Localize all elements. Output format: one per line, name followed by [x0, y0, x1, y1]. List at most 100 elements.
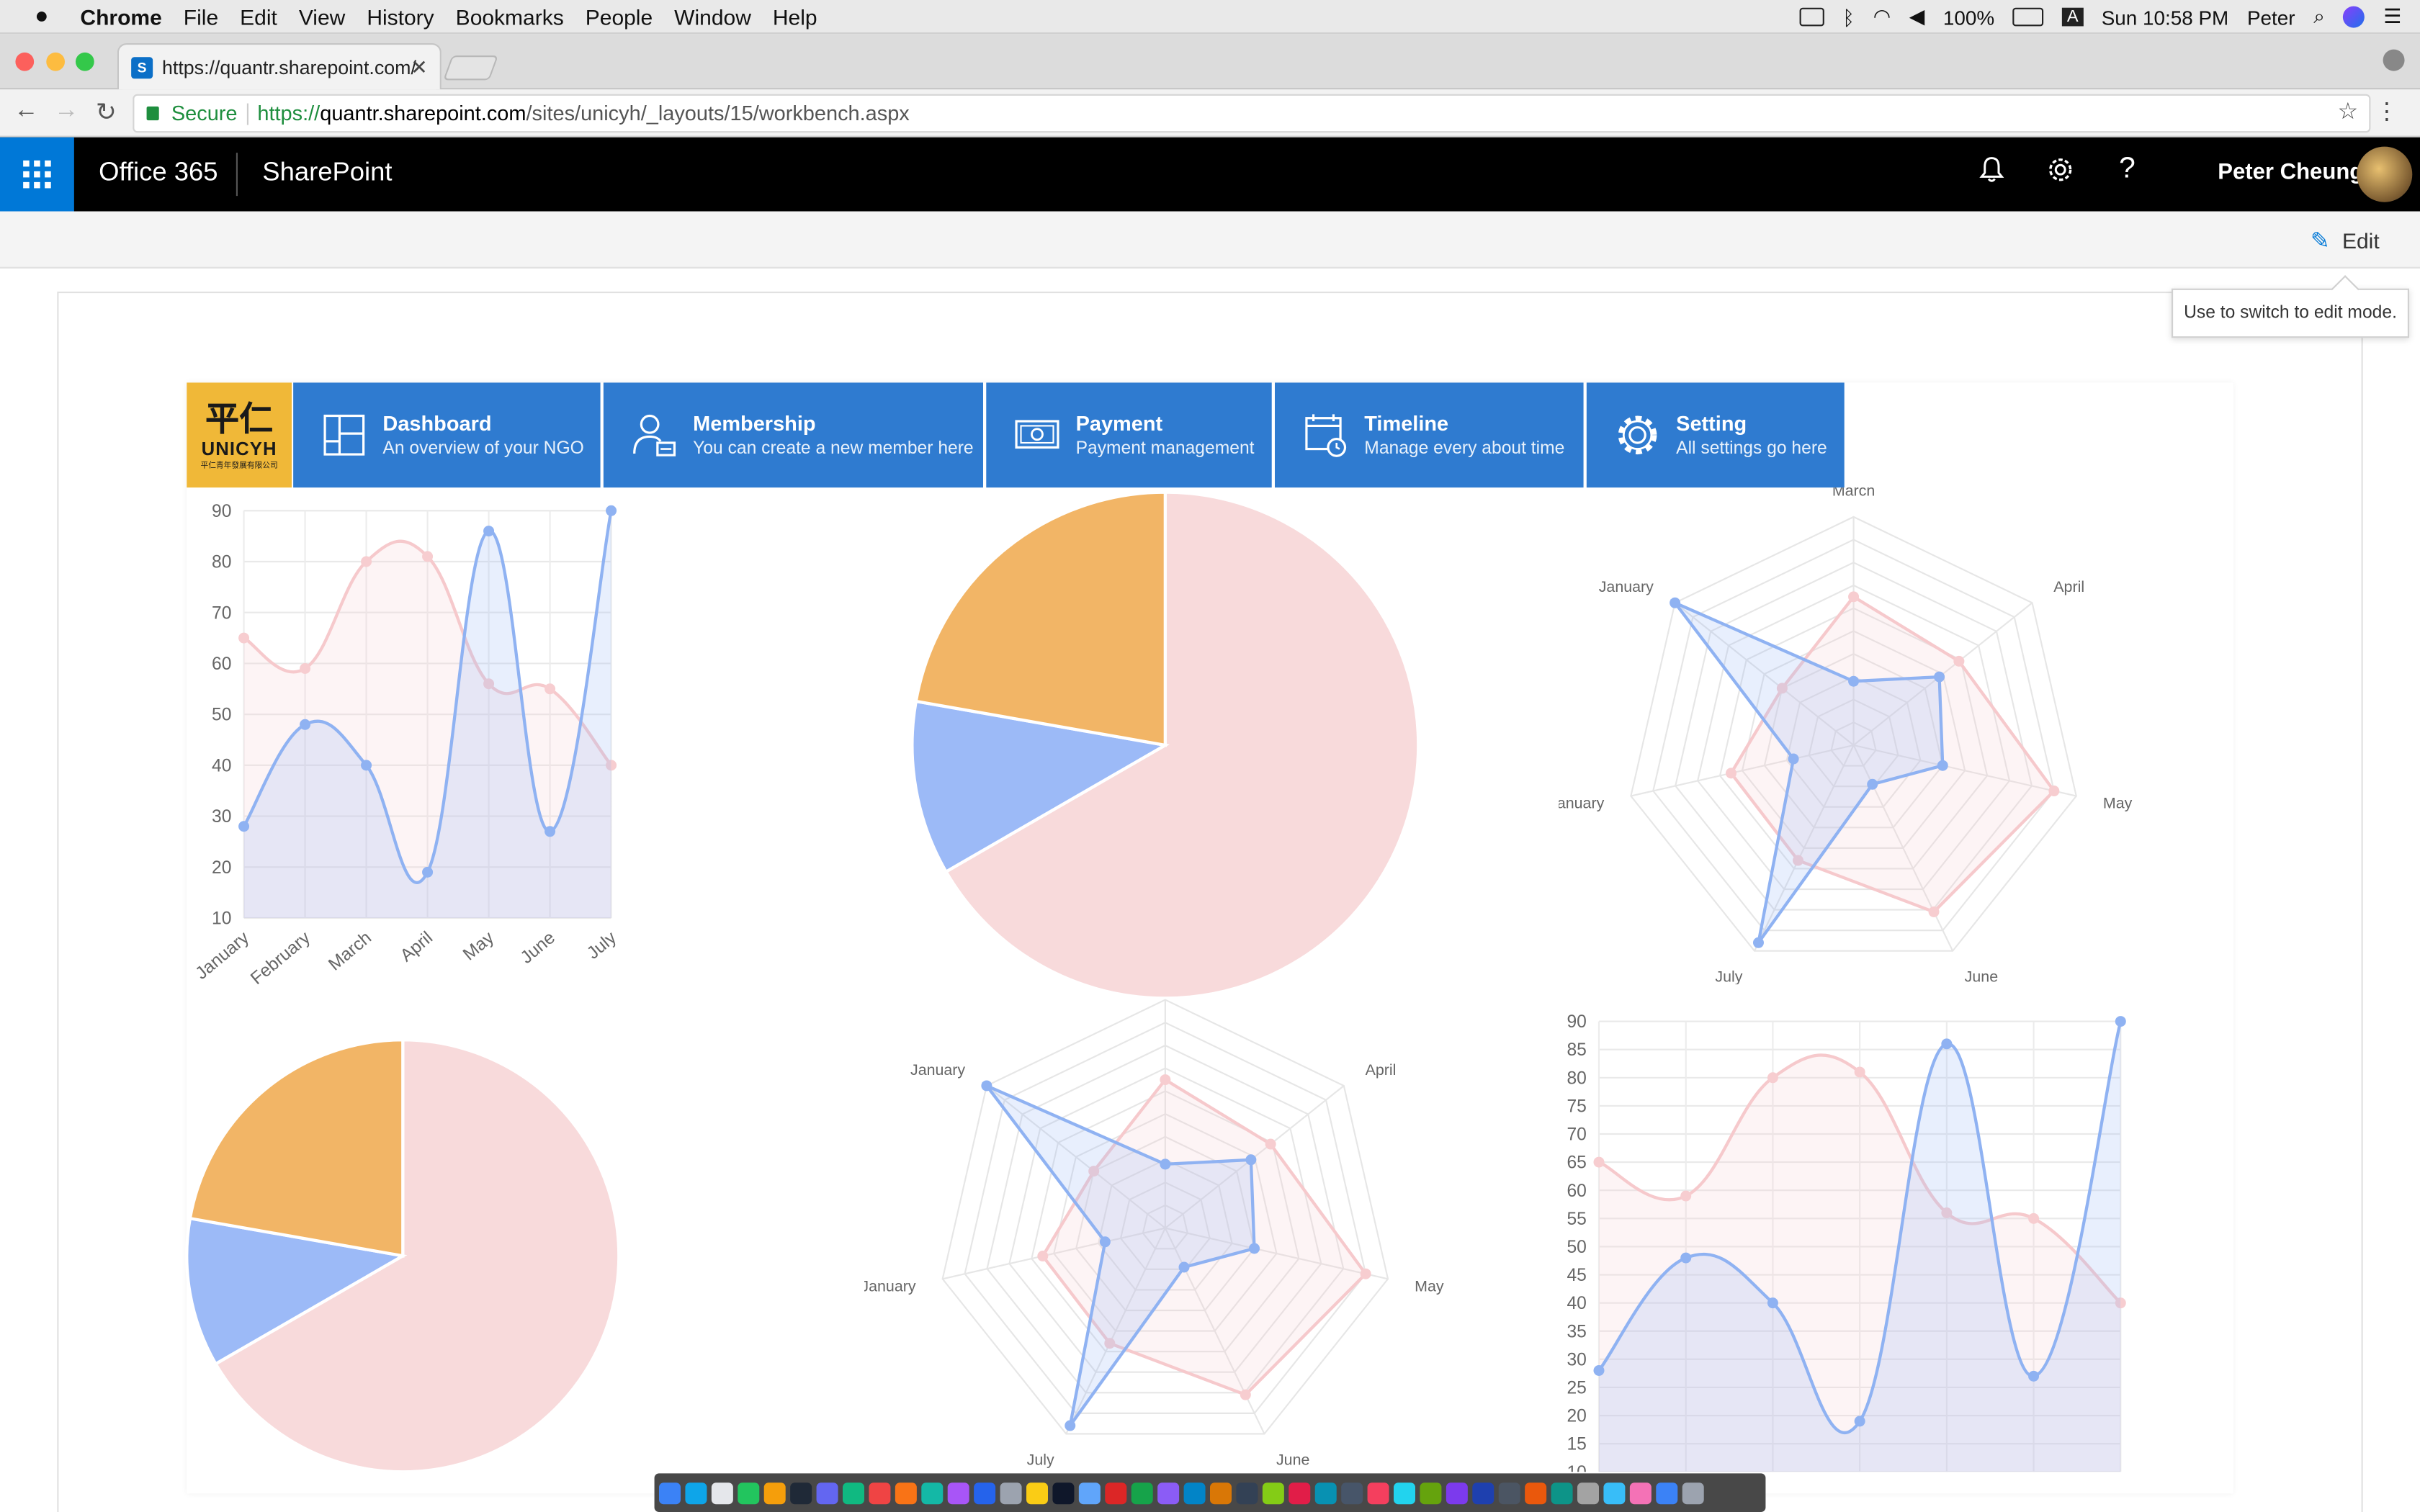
minimize-window-button[interactable] [46, 52, 65, 71]
menu-people[interactable]: People [586, 4, 653, 28]
dock-app-icon[interactable] [1078, 1482, 1101, 1504]
bluetooth-icon[interactable]: ᛒ [1842, 6, 1855, 29]
dock-app-icon[interactable] [738, 1482, 760, 1504]
dock-app-icon[interactable] [1157, 1482, 1180, 1504]
dock-app-icon[interactable] [711, 1482, 733, 1504]
menu-view[interactable]: View [299, 4, 345, 28]
radar-axis-label: April [1366, 1061, 1397, 1079]
volume-icon[interactable]: ◀ [1909, 4, 1924, 29]
x-tick-label: July [583, 927, 620, 963]
nav-tile-membership[interactable]: Membership You can create a new member he… [603, 382, 983, 488]
pie-slice [188, 1038, 405, 1258]
dock-app-icon[interactable] [1577, 1482, 1599, 1504]
menu-window[interactable]: Window [674, 4, 751, 28]
menu-file[interactable]: File [184, 4, 218, 28]
input-source-icon[interactable]: A [2062, 7, 2083, 27]
office365-link[interactable]: Office 365 [99, 158, 218, 189]
back-icon[interactable]: ← [14, 97, 38, 125]
dock-app-icon[interactable] [1341, 1482, 1363, 1504]
y-tick-label: 85 [1567, 1040, 1586, 1060]
unicyh-logo[interactable]: 平仁 UNICYH 平仁青年發展有限公司 [187, 382, 292, 488]
forward-icon[interactable]: → [54, 97, 79, 125]
dock-app-icon[interactable] [1446, 1482, 1468, 1504]
menu-bookmarks[interactable]: Bookmarks [456, 4, 564, 28]
wifi-icon[interactable]: ◠ [1873, 4, 1891, 29]
menu-edit[interactable]: Edit [240, 4, 277, 28]
address-bar[interactable]: Secure https://quantr.sharepoint.com/sit… [133, 94, 2371, 133]
dock-app-icon[interactable] [843, 1482, 864, 1504]
dock-app-icon[interactable] [895, 1482, 917, 1504]
dock-app-icon[interactable] [1682, 1482, 1704, 1504]
browser-tab[interactable]: S https://quantr.sharepoint.com/ ✕ [117, 43, 442, 90]
dock-app-icon[interactable] [1498, 1482, 1520, 1504]
dock-app-icon[interactable] [763, 1482, 786, 1504]
dock-app-icon[interactable] [790, 1482, 812, 1504]
dock-app-icon[interactable] [1420, 1482, 1442, 1504]
dock-app-icon[interactable] [816, 1482, 838, 1504]
dock-app-icon[interactable] [1551, 1482, 1573, 1504]
dock-app-icon[interactable] [1314, 1482, 1337, 1504]
menu-help[interactable]: Help [773, 4, 817, 28]
nav-tile-payment[interactable]: Payment Payment management [986, 382, 1272, 488]
help-icon[interactable]: ? [2119, 153, 2136, 186]
profile-icon[interactable] [2383, 49, 2405, 71]
data-point [361, 556, 372, 567]
user-name[interactable]: Peter Cheung [2218, 161, 2363, 185]
dock-app-icon[interactable] [1236, 1482, 1258, 1504]
data-point [1941, 1038, 1953, 1050]
dock-app-icon[interactable] [1026, 1482, 1048, 1504]
y-tick-label: 65 [1567, 1153, 1586, 1173]
airplay-icon[interactable] [1799, 7, 1824, 27]
x-tick-label: January [192, 927, 254, 983]
dock-app-icon[interactable] [1393, 1482, 1415, 1504]
dock-app-icon[interactable] [1000, 1482, 1022, 1504]
dock-app-icon[interactable] [685, 1482, 707, 1504]
bookmark-star-icon[interactable]: ☆ [2337, 97, 2358, 125]
clock[interactable]: Sun 10:58 PM [2102, 6, 2229, 29]
user-menu[interactable]: Peter [2247, 6, 2295, 29]
sharepoint-link[interactable]: SharePoint [262, 158, 392, 189]
menu-history[interactable]: History [367, 4, 434, 28]
dock-app-icon[interactable] [1603, 1482, 1626, 1504]
dock-app-icon[interactable] [921, 1482, 944, 1504]
avatar[interactable] [2357, 146, 2413, 202]
dock-app-icon[interactable] [974, 1482, 996, 1504]
close-window-button[interactable] [15, 52, 35, 71]
chrome-menu-icon[interactable]: ⋮ [2375, 97, 2398, 125]
dock-app-icon[interactable] [659, 1482, 681, 1504]
notification-center-icon[interactable]: ☰ [2383, 4, 2401, 29]
dock-app-icon[interactable] [1105, 1482, 1127, 1504]
dock-app-icon[interactable] [1367, 1482, 1389, 1504]
bell-icon[interactable] [1978, 156, 2004, 191]
line-chart-bottom-right: 10 15 20 25 30 35 40 45 50 55 60 65 70 75 80 85 90 [1567, 1012, 2126, 1472]
new-tab-button[interactable] [443, 55, 498, 81]
app-menu[interactable]: Chrome [80, 4, 161, 28]
app-launcher-icon[interactable] [0, 137, 74, 212]
nav-tile-setting[interactable]: Setting All settings go here [1586, 382, 1845, 488]
dock-app-icon[interactable] [1262, 1482, 1284, 1504]
zoom-window-button[interactable] [76, 52, 94, 71]
dock-app-icon[interactable] [1210, 1482, 1232, 1504]
nav-title: Timeline [1364, 412, 1449, 436]
dock-app-icon[interactable] [1183, 1482, 1206, 1504]
battery-icon[interactable] [2012, 7, 2044, 27]
siri-icon[interactable] [2343, 6, 2365, 28]
nav-tile-dashboard[interactable]: Dashboard An overview of your NGO [293, 382, 601, 488]
dock-app-icon[interactable] [1629, 1482, 1652, 1504]
data-point [544, 826, 556, 837]
dock-app-icon[interactable] [1472, 1482, 1494, 1504]
dock-app-icon[interactable] [947, 1482, 969, 1504]
dock-app-icon[interactable] [1656, 1482, 1678, 1504]
nav-tile-timeline[interactable]: Timeline Manage every about time [1275, 382, 1584, 488]
spotlight-icon[interactable]: ⌕ [2313, 4, 2325, 29]
gear-icon[interactable] [2046, 156, 2074, 191]
reload-icon[interactable]: ↻ [96, 97, 117, 128]
dock-app-icon[interactable] [1131, 1482, 1153, 1504]
dock-app-icon[interactable] [1525, 1482, 1547, 1504]
dock-app-icon[interactable] [1289, 1482, 1311, 1504]
dock-app-icon[interactable] [869, 1482, 891, 1504]
close-tab-icon[interactable]: ✕ [411, 55, 427, 79]
edit-button[interactable]: ✎ Edit [2311, 227, 2380, 254]
dock-app-icon[interactable] [1052, 1482, 1075, 1504]
apple-menu-icon[interactable]: ● [28, 3, 56, 29]
